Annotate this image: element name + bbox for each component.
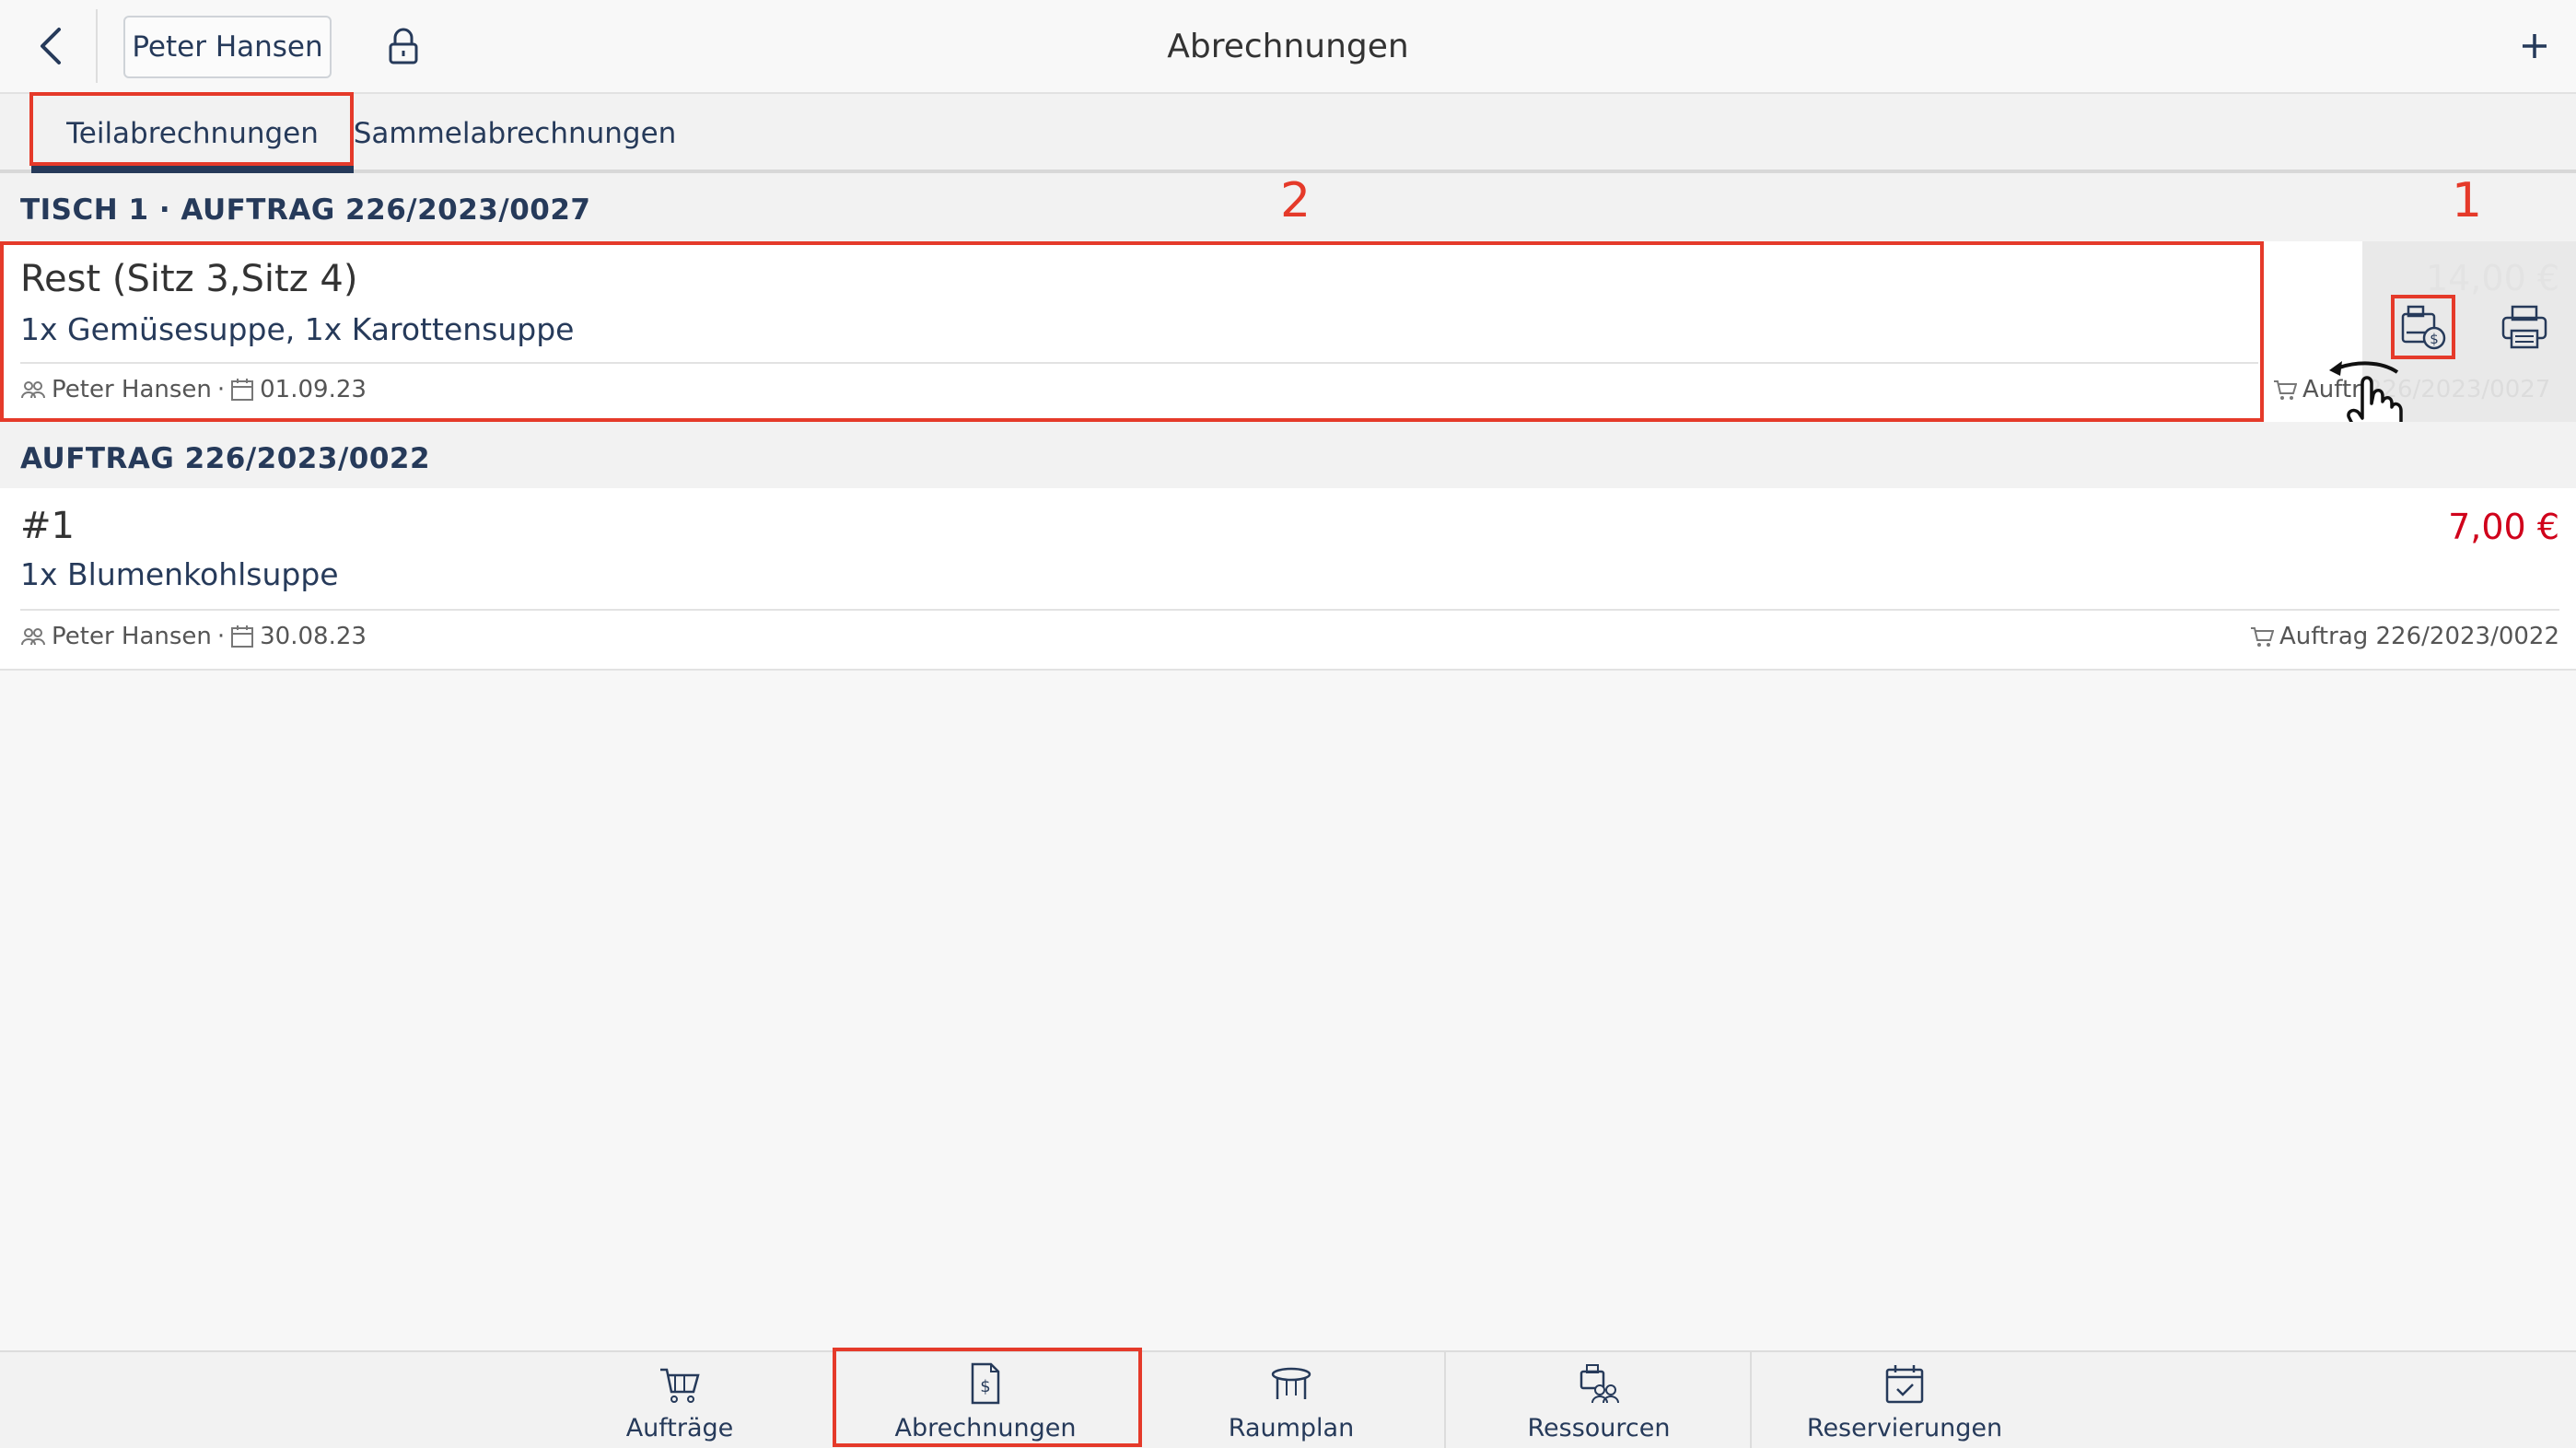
plus-icon [2523,34,2547,58]
user-button[interactable]: Peter Hansen [123,16,332,78]
row-title: #1 [20,505,75,547]
users-icon [21,628,45,646]
back-button[interactable] [20,15,83,77]
row-order: Auftrag 226/2023/0022 [2250,619,2559,654]
active-tab-indicator [31,166,354,173]
nav-label: Reservierungen [1806,1414,2003,1442]
row-date: 30.08.23 [260,623,367,650]
row-meta: Peter Hansen · 30.08.23 [20,619,367,654]
lock-icon [389,28,418,64]
nav-auftraege[interactable]: Aufträge [527,1352,833,1448]
table-icon [1271,1367,1311,1399]
calendar-check-icon [1885,1365,1924,1404]
basket-icon [2250,627,2274,647]
chevron-left-icon [41,28,61,64]
tab-sammelabrechnungen[interactable]: Sammelabrechnungen [354,94,677,173]
highlight-pay-box [2391,295,2455,359]
nav-label: Raumplan [1228,1414,1355,1442]
nav-label: Ressourcen [1527,1414,1671,1442]
row-user: Peter Hansen [52,623,212,650]
nav-label: Aufträge [625,1414,734,1442]
calendar-icon [231,625,254,648]
row-items: 1x Blumenkohlsuppe [20,556,339,592]
lock-button[interactable] [378,20,429,72]
highlight-tab-box [29,92,354,166]
resources-icon [1579,1364,1619,1404]
nav-reservierungen[interactable]: Reservierungen [1752,1352,2057,1448]
row-price: 7,00 € [2448,507,2559,547]
nav-raumplan[interactable]: Raumplan [1138,1352,1444,1448]
row-order-text: Auftrag 226/2023/0022 [2279,623,2559,650]
add-button[interactable] [2505,17,2564,76]
header-divider [96,9,98,83]
row-price: 14,00 € [2425,258,2559,298]
basket-icon [2274,380,2297,400]
highlight-row-box [0,241,2264,422]
printer-icon [2501,305,2547,349]
row-divider [20,609,2559,611]
list-item[interactable] [0,488,2576,671]
nav-ressourcen[interactable]: Ressourcen [1446,1352,1752,1448]
section-heading: AUFTRAG 226/2023/0022 [0,422,2576,496]
meta-separator: · [216,623,226,650]
annotation-marker-2: 2 [1280,173,1311,228]
shopping-cart-icon [660,1368,700,1403]
print-button[interactable] [2494,297,2555,357]
annotation-marker-1: 1 [2452,173,2483,228]
highlight-nav-box [833,1348,1142,1447]
